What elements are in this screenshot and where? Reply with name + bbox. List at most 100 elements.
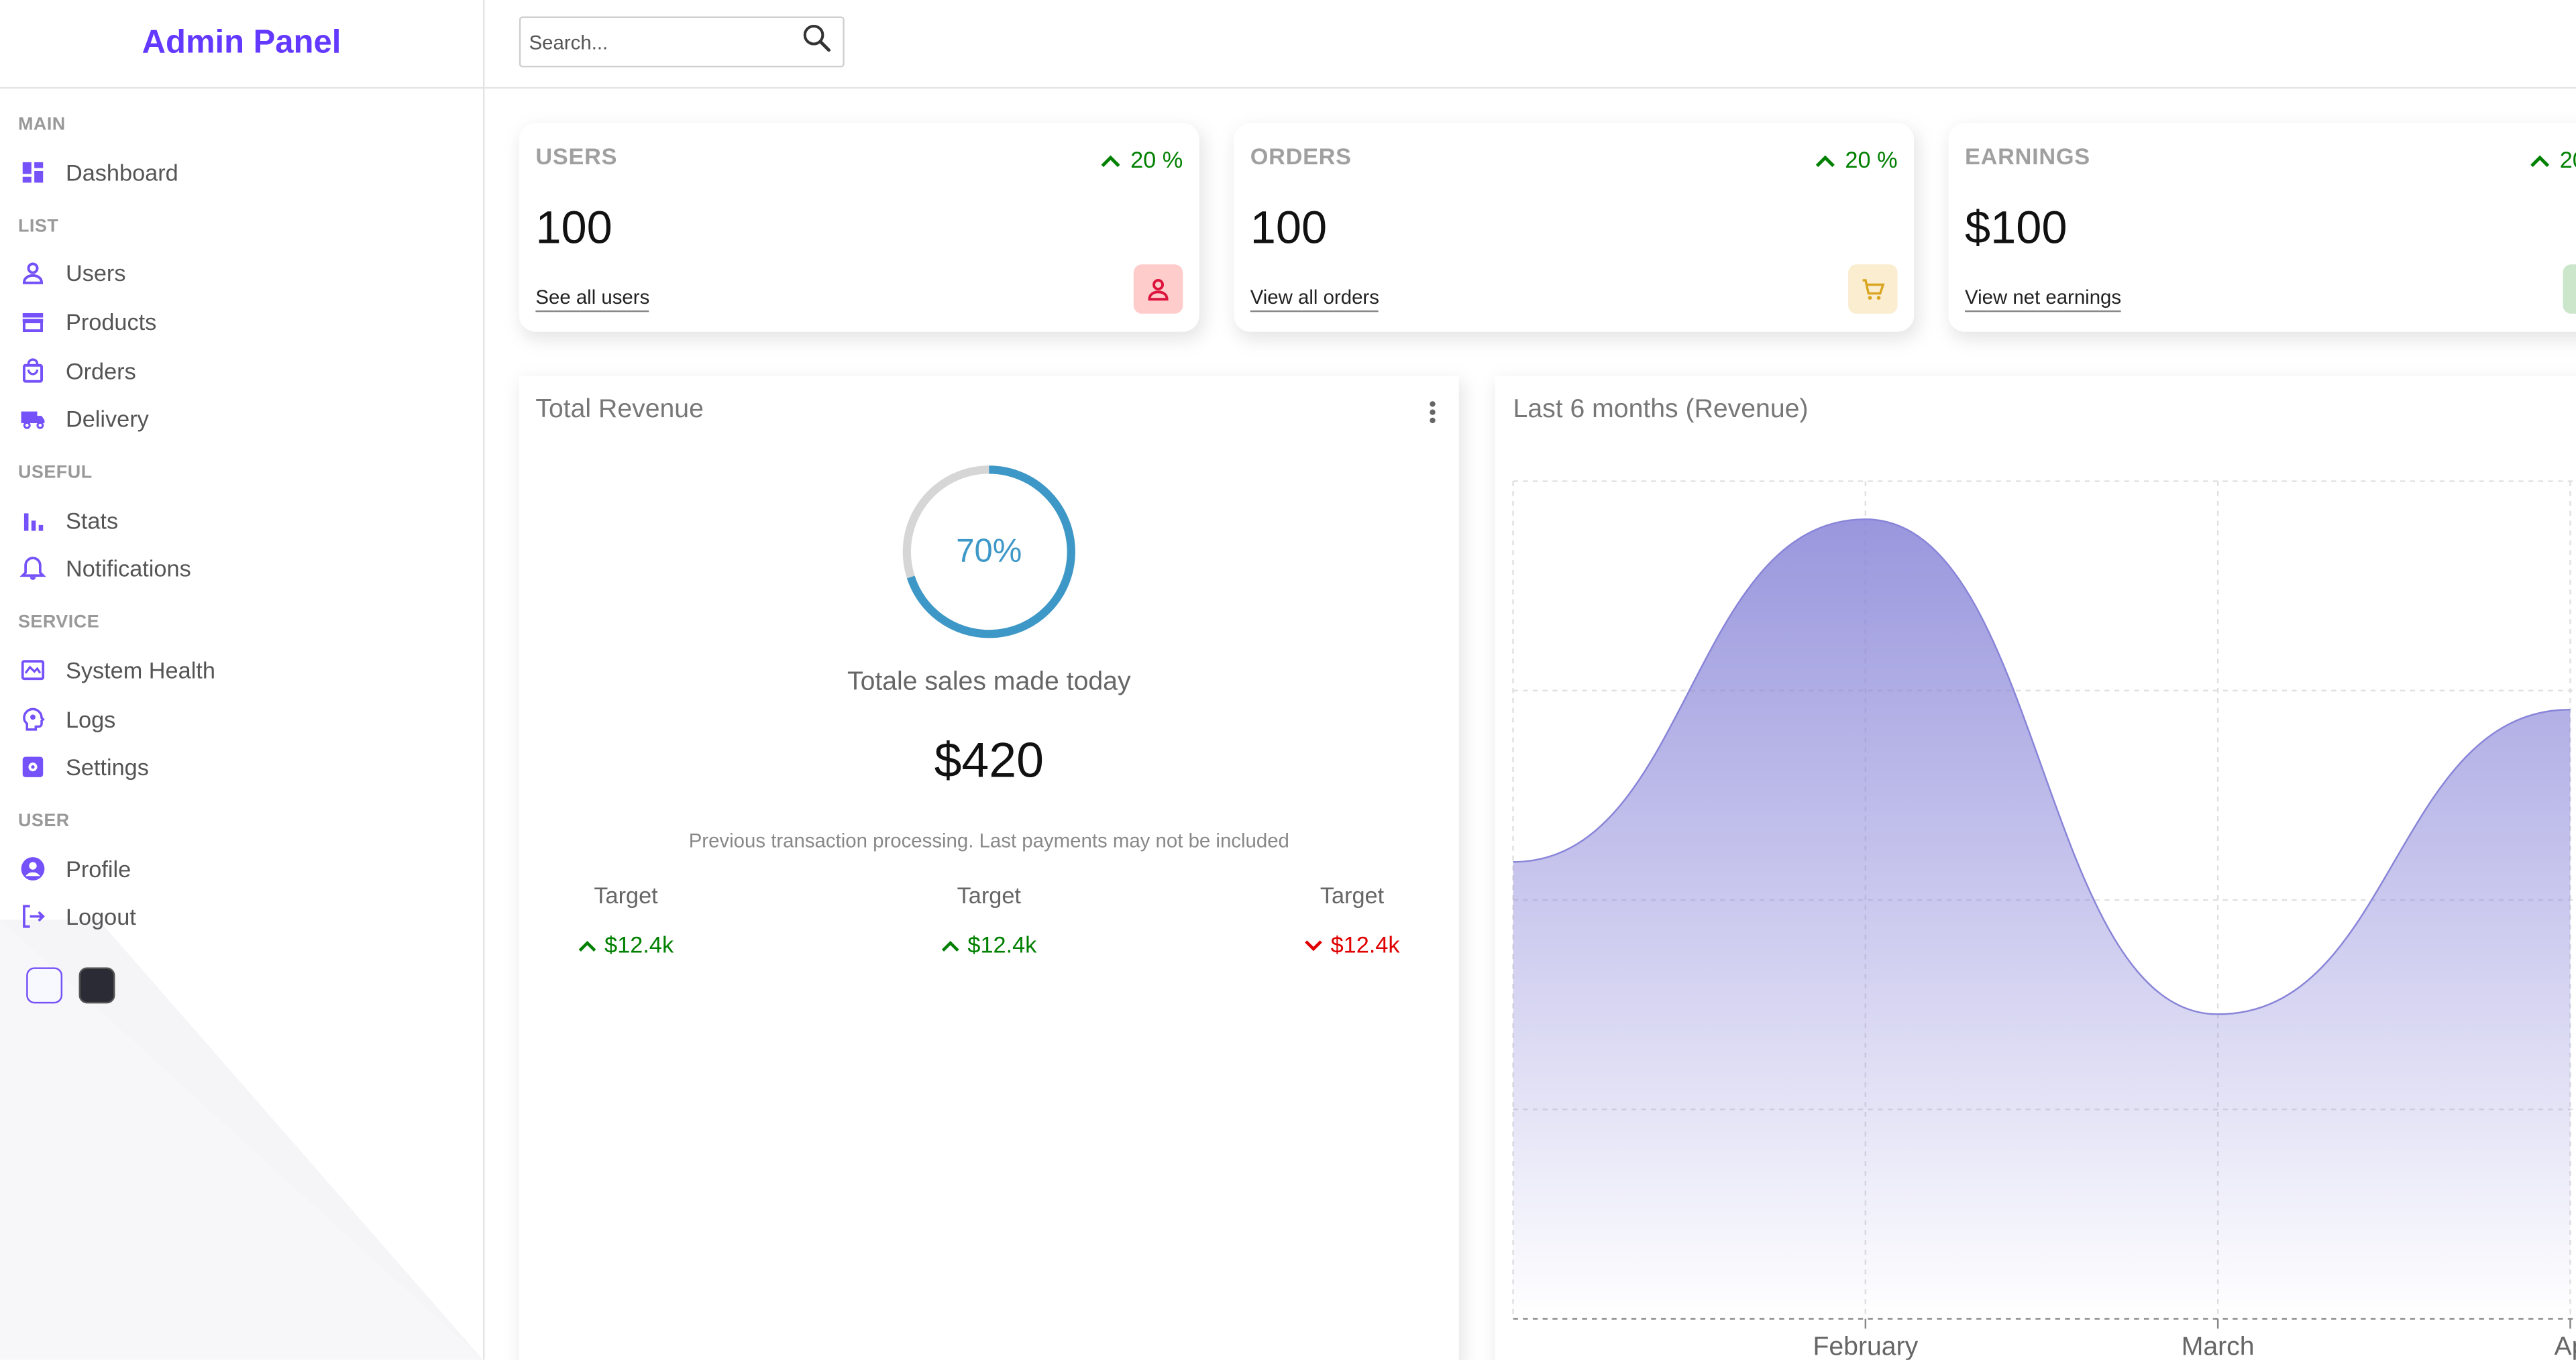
sidebar-item-label: Notifications <box>65 555 191 582</box>
logout-icon <box>18 902 48 931</box>
logo[interactable]: Admin Panel <box>0 0 484 89</box>
account-circle-icon <box>18 854 48 883</box>
progress-label: 70% <box>956 532 1022 569</box>
theme-switcher <box>26 967 462 1004</box>
featured-description: Previous transaction processing. Last pa… <box>688 829 1289 853</box>
widget-orders: ORDERS 20 % 100 View all orders <box>1234 123 1915 332</box>
widget-link[interactable]: View net earnings <box>1965 286 2122 313</box>
widget-title: EARNINGS <box>1965 143 2090 170</box>
widget-value: 100 <box>1250 202 1328 253</box>
widget-value: $100 <box>1965 202 2068 253</box>
sidebar-item-logs[interactable]: Logs <box>18 694 462 742</box>
section-title-list: LIST <box>17 216 59 236</box>
revenue-area-chart: February March Ap <box>1512 480 2576 1360</box>
sidebar-item-label: Logout <box>65 903 136 930</box>
sidebar-item-stats[interactable]: Stats <box>18 496 462 545</box>
chevron-up-icon <box>1101 146 1120 172</box>
chevron-down-icon <box>1304 931 1322 958</box>
bell-icon <box>18 554 48 583</box>
series-area <box>1513 519 2571 1319</box>
widget-link[interactable]: See all users <box>535 286 650 313</box>
sidebar-item-profile[interactable]: Profile <box>18 844 462 893</box>
sidebar-item-label: System Health <box>65 657 215 683</box>
summary-item: Target $12.4k <box>1254 882 1451 958</box>
x-tick-label: February <box>1813 1332 1918 1359</box>
summary-item: Target $12.4k <box>890 882 1087 958</box>
sidebar-item-settings[interactable]: Settings <box>18 743 462 791</box>
widget-earnings: EARNINGS 20 % $100 View net earnings $ <box>1948 123 2576 332</box>
sidebar-item-label: Dashboard <box>65 159 178 186</box>
sidebar-item-products[interactable]: Products <box>18 298 462 346</box>
summary-amount: $12.4k <box>1330 931 1400 958</box>
sidebar-item-logout[interactable]: Logout <box>18 893 462 941</box>
sidebar-item-label: Settings <box>65 754 149 781</box>
truck-icon <box>18 404 48 434</box>
summary-title: Target <box>1320 882 1385 909</box>
topbar <box>484 0 2576 89</box>
dark-theme-swatch[interactable] <box>78 967 115 1004</box>
summary-value: $12.4k <box>1254 931 1451 958</box>
summary-title: Target <box>594 882 658 909</box>
person-icon[interactable] <box>1133 264 1183 314</box>
sidebar-item-system-health[interactable]: System Health <box>18 646 462 694</box>
settings-icon <box>18 752 48 782</box>
total-revenue-card: Total Revenue 70% Totale sales made toda… <box>519 376 1459 1360</box>
sidebar-item-label: Users <box>65 260 126 287</box>
search-box <box>519 16 845 68</box>
chevron-up-icon <box>578 931 596 958</box>
section-title-useful: USEFUL <box>17 463 93 483</box>
widget-link[interactable]: View all orders <box>1250 286 1379 313</box>
widget-percentage: 20 % <box>1815 146 1898 173</box>
widget-percentage: 20 % <box>2530 146 2576 172</box>
psychology-icon <box>18 704 48 734</box>
summary-item: Target $12.4k <box>527 882 724 958</box>
widget-percentage-value: 20 % <box>2559 146 2576 173</box>
widget-value: 100 <box>535 202 612 253</box>
widget-users: USERS 20 % 100 See all users <box>519 123 1199 332</box>
summary-amount: $12.4k <box>967 931 1037 958</box>
sidebar-item-label: Stats <box>65 507 119 534</box>
section-title-service: SERVICE <box>17 612 100 633</box>
widget-percentage-value: 20 % <box>1130 146 1183 173</box>
search-input[interactable] <box>525 28 779 56</box>
summary-title: Target <box>957 882 1021 909</box>
sidebar-item-label: Logs <box>65 705 116 732</box>
sidebar-item-notifications[interactable]: Notifications <box>18 545 462 593</box>
more-vert-icon[interactable] <box>1426 399 1440 433</box>
widget-title: USERS <box>535 143 618 170</box>
widget-percentage: 20 % <box>1101 146 1183 172</box>
section-title-user: USER <box>17 811 70 832</box>
revenue-chart-card: Last 6 months (Revenue) FebruaryMarchAp <box>1495 376 2576 1360</box>
sidebar-item-dashboard[interactable]: Dashboard <box>18 148 462 196</box>
sidebar-item-label: Products <box>65 308 157 335</box>
sidebar: Admin Panel MAIN Dashboard LIST Users Produc… <box>0 0 485 1360</box>
featured-subtitle: Totale sales made today <box>847 668 1131 697</box>
search-icon[interactable] <box>800 21 833 62</box>
cart-icon[interactable] <box>1848 264 1898 314</box>
person-icon <box>18 258 48 288</box>
x-tick-label: Ap <box>2554 1332 2576 1359</box>
summary-value: $12.4k <box>527 931 724 958</box>
money-icon[interactable]: $ <box>2563 264 2576 314</box>
summary-value: $12.4k <box>890 931 1087 958</box>
store-icon <box>18 307 48 337</box>
widget-percentage-value: 20 % <box>1845 146 1898 173</box>
featured-title: Total Revenue <box>535 396 704 424</box>
featured-amount: $420 <box>934 734 1044 789</box>
light-theme-swatch[interactable] <box>26 967 63 1004</box>
bag-icon <box>18 355 48 385</box>
summary-amount: $12.4k <box>604 931 674 958</box>
chevron-up-icon <box>1815 146 1835 172</box>
sidebar-item-label: Orders <box>65 357 136 384</box>
sidebar-item-orders[interactable]: Orders <box>18 346 462 394</box>
section-title-main: MAIN <box>17 115 66 135</box>
sidebar-item-delivery[interactable]: Delivery <box>18 395 462 443</box>
x-tick-label: March <box>2182 1332 2255 1359</box>
chevron-up-icon <box>2530 146 2550 172</box>
sidebar-nav: MAIN Dashboard LIST Users Products Orders Deli… <box>17 115 462 1004</box>
health-icon <box>18 655 48 685</box>
sidebar-item-label: Delivery <box>65 406 149 433</box>
dashboard-icon <box>18 158 48 187</box>
sidebar-item-label: Profile <box>65 855 131 882</box>
sidebar-item-users[interactable]: Users <box>18 249 462 297</box>
